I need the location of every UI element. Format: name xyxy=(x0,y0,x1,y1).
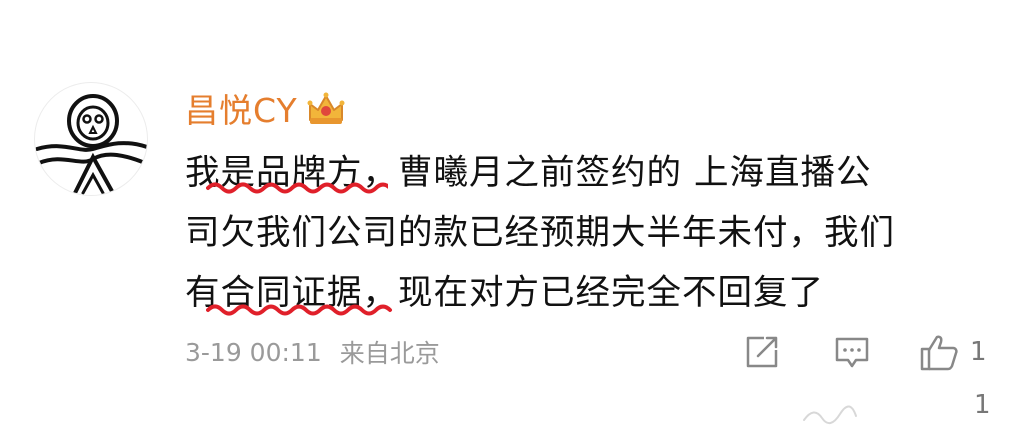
comment-card: 昌悦CY 我是品牌方，曹曦月之前签约的 上海直播公 司欠我们公司的款已经预期大半… xyxy=(0,0,1024,443)
username[interactable]: 昌悦CY xyxy=(185,84,298,132)
comment-icon xyxy=(835,337,869,368)
comment-timestamp: 3-19 00:11 xyxy=(185,337,322,367)
avatar[interactable] xyxy=(34,82,148,196)
reply-button[interactable] xyxy=(832,330,872,374)
owl-icon xyxy=(35,94,147,195)
comment-location: 来自北京 xyxy=(339,339,440,368)
comment-line: 司欠我们公司的款已经预期大半年未付，我们 xyxy=(185,213,895,253)
like-button[interactable]: 1 xyxy=(918,330,987,374)
like-count: 1 xyxy=(970,337,987,367)
comment-text: 我是品牌方，曹曦月之前签约的 上海直播公 司欠我们公司的款已经预期大半年未付，我… xyxy=(185,143,1005,323)
red-underline-annotation xyxy=(206,304,392,316)
thumbs-up-icon xyxy=(920,335,958,371)
comment-meta: 3-19 00:11 来自北京 xyxy=(185,334,440,370)
secondary-count: 1 xyxy=(974,390,991,420)
red-underline-annotation xyxy=(206,182,388,194)
username-row: 昌悦CY xyxy=(185,86,346,130)
share-button[interactable] xyxy=(742,330,782,374)
scribble-mark xyxy=(803,405,857,425)
crown-icon xyxy=(307,92,345,124)
share-icon xyxy=(746,336,778,368)
